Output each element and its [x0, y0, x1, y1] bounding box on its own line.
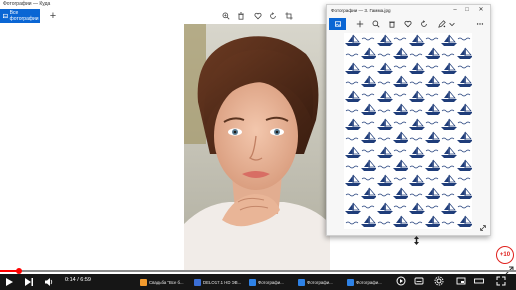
taskbar-item-3[interactable]: Фотографи... [249, 276, 295, 288]
taskbar-item-label: DELO17.1 HD ЭВ... [203, 279, 242, 285]
settings-icon[interactable] [434, 276, 444, 286]
viewer-more-icon[interactable] [476, 20, 484, 28]
theater-mode-icon[interactable] [474, 276, 484, 286]
all-photos-label: Все фотографии [9, 10, 39, 22]
maximize-button[interactable]: □ [463, 7, 471, 14]
taskbar-item-5[interactable]: Фотографи... [347, 276, 393, 288]
app-icon [298, 278, 305, 286]
app-icon [249, 278, 256, 286]
fullscreen-icon[interactable] [496, 276, 506, 286]
minimize-button[interactable]: – [451, 7, 459, 14]
viewer-delete-icon[interactable] [388, 20, 396, 28]
all-photos-button[interactable]: Все фотографии [0, 9, 40, 23]
play-icon[interactable] [4, 277, 14, 287]
heart-icon[interactable] [254, 12, 262, 20]
autoplay-icon[interactable] [396, 276, 406, 286]
app-icon [347, 278, 354, 286]
photos-icon [334, 21, 341, 27]
zoom-in-icon[interactable] [222, 12, 230, 20]
miniplayer-icon[interactable] [456, 276, 466, 286]
taskbar-item-label: Фотографи... [307, 279, 333, 285]
app-icon [194, 278, 201, 286]
chevron-down-icon[interactable] [448, 20, 456, 28]
viewer-rotate-icon[interactable] [420, 20, 428, 28]
screen: Фотографии — Куда Все фотографии + Фотог… [0, 0, 516, 290]
subtitles-icon[interactable] [414, 276, 424, 286]
taskbar-item-4[interactable]: Фотографи... [298, 276, 344, 288]
photos-icon [3, 13, 8, 19]
viewer-heart-icon[interactable] [404, 20, 412, 28]
taskbar-item-label: Фотографи... [356, 279, 382, 285]
add-button[interactable]: + [48, 10, 58, 22]
skip-forward-badge[interactable]: +10 [496, 246, 514, 264]
portrait-photo [184, 24, 330, 270]
rotate-icon[interactable] [269, 12, 277, 20]
delete-icon[interactable] [237, 12, 245, 20]
next-icon[interactable] [24, 277, 34, 287]
viewer-edit-icon[interactable] [438, 20, 446, 28]
video-time: 0:14 / 6:59 [65, 277, 91, 283]
close-button[interactable]: ✕ [477, 7, 485, 14]
viewer-zoom-in-icon[interactable] [372, 20, 380, 28]
boat-pattern-image [344, 33, 472, 229]
main-window-title: Фотографии — Куда [3, 1, 51, 7]
taskbar-item-1[interactable]: Свадьба "Все б... [140, 276, 190, 288]
video-progress-bar[interactable] [0, 270, 516, 272]
resize-cursor-icon [414, 232, 419, 245]
taskbar-item-label: Свадьба "Все б... [149, 279, 184, 285]
app-icon [140, 278, 147, 286]
crop-icon[interactable] [285, 12, 293, 20]
expand-icon[interactable] [479, 224, 487, 232]
photo-viewer-window: Фотографии — 3. Гамма.jpg – □ ✕ [326, 4, 491, 236]
viewer-window-title: Фотографии — 3. Гамма.jpg [331, 8, 391, 13]
taskbar-item-2[interactable]: DELO17.1 HD ЭВ... [194, 276, 246, 288]
volume-icon[interactable] [44, 277, 54, 287]
taskbar-item-label: Фотографи... [258, 279, 284, 285]
viewer-add-icon[interactable] [356, 20, 364, 28]
viewer-home-button[interactable] [329, 18, 346, 30]
